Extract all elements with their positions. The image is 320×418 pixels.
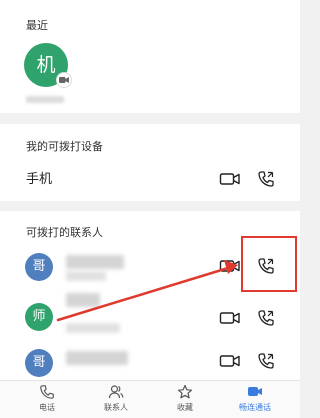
nav-label: 畅连通话 xyxy=(239,403,271,412)
contact-number-blurred xyxy=(66,323,120,333)
recent-contact-name-blurred xyxy=(26,96,64,103)
star-icon xyxy=(177,384,193,399)
nav-item-meetime[interactable]: 畅连通话 xyxy=(220,381,290,418)
voice-call-icon[interactable] xyxy=(257,170,279,192)
contacts-title: 可拨打的联系人 xyxy=(26,226,103,239)
nav-item-phone[interactable]: 电话 xyxy=(12,381,82,418)
phone-icon xyxy=(40,385,54,399)
video-call-icon[interactable] xyxy=(219,310,241,332)
video-call-icon[interactable] xyxy=(219,258,241,280)
contact-avatar: 哥 xyxy=(25,349,53,377)
device-name-phone: 手机 xyxy=(26,172,53,187)
devices-section: 我的可拨打设备 手机 xyxy=(0,124,300,201)
nav-label: 联系人 xyxy=(104,403,128,412)
voice-call-icon[interactable] xyxy=(257,309,279,331)
contact-avatar: 哥 xyxy=(25,253,53,281)
nav-label: 收藏 xyxy=(177,403,193,412)
devices-title: 我的可拨打设备 xyxy=(26,140,103,153)
contact-number-blurred xyxy=(66,271,106,281)
bottom-navigation: 电话 联系人 收藏 畅连通话 xyxy=(0,380,300,418)
highlight-box xyxy=(241,236,297,292)
video-call-icon[interactable] xyxy=(219,353,241,375)
recent-section: 最近 机 xyxy=(0,0,300,113)
nav-item-contacts[interactable]: 联系人 xyxy=(81,381,151,418)
voice-call-icon[interactable] xyxy=(257,352,279,374)
video-badge-icon xyxy=(56,72,72,88)
recent-title: 最近 xyxy=(26,19,48,32)
nav-item-favorites[interactable]: 收藏 xyxy=(150,381,220,418)
contact-name-blurred xyxy=(66,293,100,307)
contact-name-blurred xyxy=(66,351,128,365)
nav-label: 电话 xyxy=(39,403,55,412)
contact-name-blurred xyxy=(66,255,124,269)
contacts-icon xyxy=(108,385,124,399)
meetime-icon xyxy=(248,387,262,396)
contact-row[interactable]: 师 xyxy=(0,293,300,345)
contact-avatar: 师 xyxy=(25,303,53,331)
video-call-icon[interactable] xyxy=(219,171,241,193)
